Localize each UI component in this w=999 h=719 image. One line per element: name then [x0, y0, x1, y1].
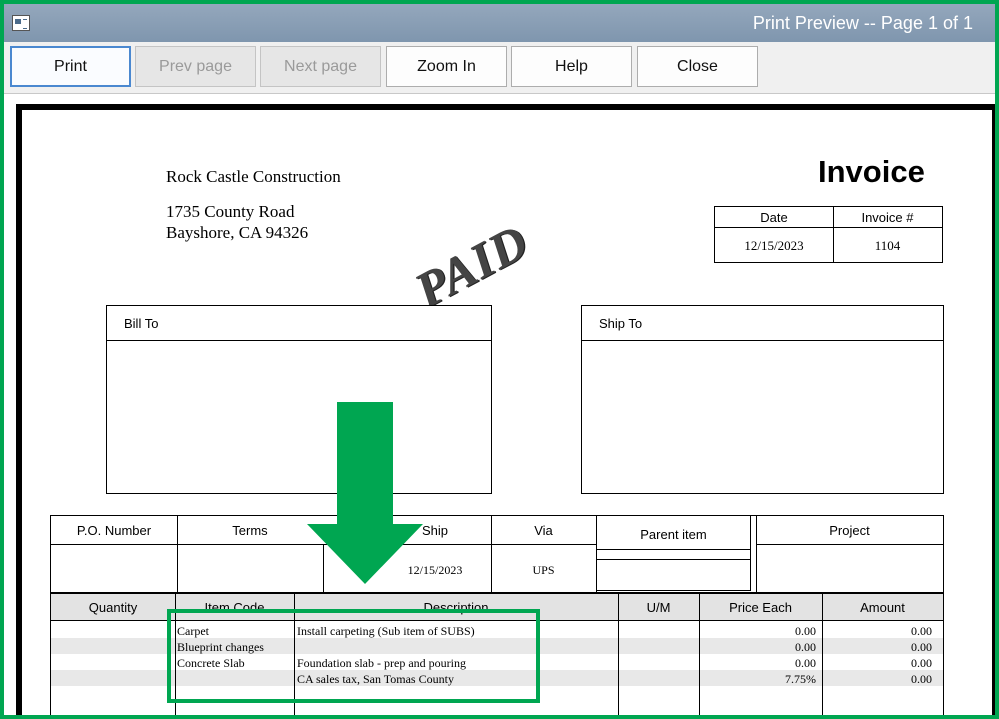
invoice-date: 12/15/2023 — [744, 238, 804, 253]
bill-to-box: Bill To — [106, 305, 492, 494]
green-down-arrow-icon — [307, 402, 423, 584]
next-page-button[interactable]: Next page — [260, 46, 381, 87]
title-bar: Print Preview -- Page 1 of 1 — [4, 4, 995, 42]
line-2-amount: 0.00 — [911, 640, 932, 654]
company-address-line1: 1735 County Road — [166, 202, 295, 221]
line-2-price: 0.00 — [795, 640, 816, 654]
line-4-amount: 0.00 — [911, 672, 932, 686]
ship-to-box: Ship To — [581, 305, 944, 494]
po-number-header: P.O. Number — [76, 523, 152, 538]
ship-to-label: Ship To — [599, 316, 643, 331]
toolbar: Print Prev page Next page Zoom In Help C… — [4, 42, 995, 94]
amount-header: Amount — [860, 600, 905, 615]
line-3-price: 0.00 — [795, 656, 816, 670]
parent-item-header: Parent item — [640, 527, 707, 542]
line-1-amount: 0.00 — [911, 624, 932, 638]
project-header: Project — [829, 523, 870, 538]
paid-stamp: PAID — [405, 212, 538, 319]
order-info-table: P.O. Number Terms Ship Via Project 12/15… — [50, 515, 944, 593]
help-button[interactable]: Help — [511, 46, 632, 87]
quantity-header: Quantity — [88, 600, 138, 615]
via-header: Via — [534, 523, 553, 538]
annotated-frame: Print Preview -- Page 1 of 1 Print Prev … — [0, 0, 999, 719]
date-label: Date — [760, 210, 788, 225]
window-title: Print Preview -- Page 1 of 1 — [752, 13, 973, 33]
parent-item-box: Parent item — [596, 515, 751, 591]
terms-header: Terms — [232, 523, 268, 538]
um-header: U/M — [646, 600, 671, 615]
invoice-meta-table: Date Invoice # 12/15/2023 1104 — [714, 206, 943, 263]
line-1-price: 0.00 — [795, 624, 816, 638]
line-3-amount: 0.00 — [911, 656, 932, 670]
invoice-heading: Invoice — [818, 154, 925, 189]
company-address-line2: Bayshore, CA 94326 — [166, 223, 309, 242]
invoice-number-label: Invoice # — [861, 210, 914, 225]
price-each-header: Price Each — [729, 600, 792, 615]
invoice-number: 1104 — [874, 238, 901, 253]
line-4-price: 7.75% — [785, 672, 816, 686]
print-preview-window-icon[interactable] — [12, 15, 30, 31]
prev-page-button[interactable]: Prev page — [135, 46, 256, 87]
company-name: Rock Castle Construction — [166, 167, 341, 186]
zoom-in-button[interactable]: Zoom In — [386, 46, 507, 87]
print-button[interactable]: Print — [10, 46, 131, 87]
highlight-box — [167, 609, 540, 703]
close-button[interactable]: Close — [637, 46, 758, 87]
bill-to-label: Bill To — [124, 316, 159, 331]
via-value: UPS — [532, 563, 555, 577]
